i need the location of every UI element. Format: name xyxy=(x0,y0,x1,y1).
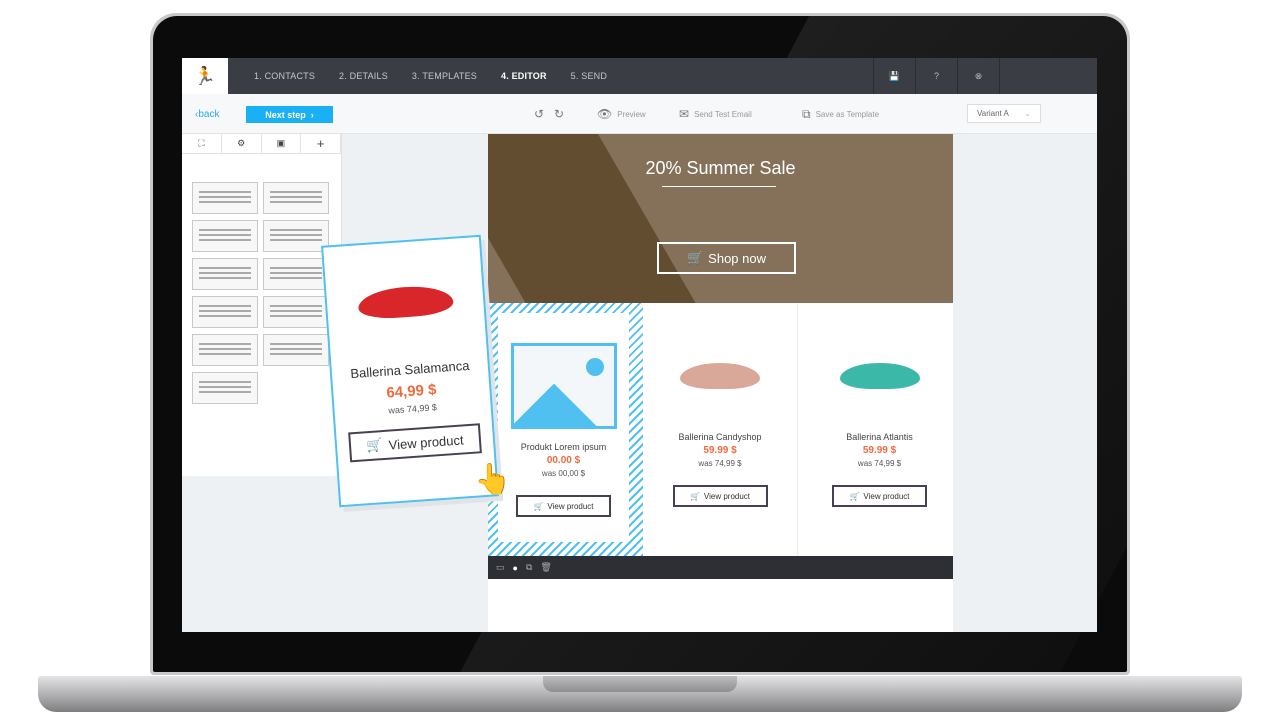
shop-now-label: Shop now xyxy=(708,250,766,266)
structure-icon[interactable]: ⛶ xyxy=(182,134,222,153)
hero-banner[interactable]: 20% Summer Sale 🛒 Shop now xyxy=(488,134,953,303)
step-editor[interactable]: 4. EDITOR xyxy=(501,71,547,81)
save-block-icon[interactable]: ▭ xyxy=(496,562,505,573)
block-action-bar: ▭ ● ⧉ 🗑 xyxy=(488,556,953,579)
view-product-label: View product xyxy=(388,431,464,453)
next-step-button[interactable]: Next step › xyxy=(246,106,333,123)
cart-icon: 🛒 xyxy=(689,491,700,501)
product-name: Ballerina Atlantis xyxy=(846,432,913,442)
eye-icon: 👁 xyxy=(597,107,613,121)
product-card[interactable]: Ballerina Candyshop 59.99 $ was 74,99 $ … xyxy=(643,303,798,556)
preview-label: Preview xyxy=(617,109,646,119)
product-price: 59.99 $ xyxy=(703,445,737,456)
hero-title: 20% Summer Sale xyxy=(645,158,796,178)
hero-divider xyxy=(662,186,776,187)
help-icon[interactable]: ? xyxy=(915,58,957,94)
block-text-image[interactable] xyxy=(263,258,329,290)
dragged-product-card[interactable]: Ballerina Salamanca 64,99 $ was 74,99 $ … xyxy=(321,234,499,508)
step-templates[interactable]: 3. TEMPLATES xyxy=(412,71,477,81)
close-icon[interactable]: ⊗ xyxy=(957,58,999,94)
block-three-image[interactable] xyxy=(263,296,329,328)
step-details[interactable]: 2. DETAILS xyxy=(339,71,388,81)
plus-icon[interactable]: + xyxy=(301,134,341,153)
product-old-price: was 00,00 $ xyxy=(541,469,586,478)
block-image-text[interactable] xyxy=(192,258,258,290)
block-four-image[interactable] xyxy=(263,334,329,366)
blocks-sidebar: ⛶ ⚙ ▣ + xyxy=(182,134,342,476)
product-price: 00.00 $ xyxy=(546,455,581,466)
cart-icon: 🛒 xyxy=(533,501,544,511)
save-icon[interactable]: 💾 xyxy=(873,58,915,94)
product-card[interactable]: Ballerina Atlantis 59.99 $ was 74,99 $ 🛒… xyxy=(802,303,957,556)
image-icon[interactable]: ▣ xyxy=(262,134,302,153)
product-old-price: was 74,99 $ xyxy=(857,459,902,468)
shop-now-button[interactable]: 🛒 Shop now xyxy=(657,242,796,274)
view-product-button[interactable]: 🛒 View product xyxy=(672,485,768,507)
next-label: Next step xyxy=(265,109,306,120)
back-link[interactable]: ‹back xyxy=(195,109,219,120)
email-canvas: 20% Summer Sale 🛒 Shop now Produkt Lorem … xyxy=(488,134,953,632)
block-two-text[interactable] xyxy=(192,220,258,252)
block-three-text[interactable] xyxy=(192,296,258,328)
redo-icon[interactable]: ↻ xyxy=(554,107,564,121)
copy-icon: ⧉ xyxy=(802,107,811,121)
user-icon[interactable]: ● xyxy=(513,563,518,573)
hand-cursor-icon: 👆 xyxy=(474,463,512,496)
shoe-image xyxy=(356,283,454,321)
view-product-label: View product xyxy=(703,491,751,501)
block-two-image[interactable] xyxy=(263,220,329,252)
cart-icon: 🛒 xyxy=(686,250,704,265)
preview-button[interactable]: 👁 Preview xyxy=(597,107,646,121)
block-text[interactable] xyxy=(192,182,258,214)
product-name: Produkt Lorem ipsum xyxy=(520,442,607,452)
cart-icon: 🛒 xyxy=(849,491,860,501)
product-old-price: was 74,99 $ xyxy=(698,459,742,468)
chevron-down-icon: ⌄ xyxy=(1024,109,1031,118)
top-nav: 🏃 1. CONTACTS 2. DETAILS 3. TEMPLATES 4.… xyxy=(182,58,1097,94)
view-product-label: View product xyxy=(863,491,910,501)
send-test-button[interactable]: ✉ Send Test Email xyxy=(679,107,752,121)
product-card-selected[interactable]: Produkt Lorem ipsum 00.00 $ was 00,00 $ … xyxy=(488,303,643,556)
nav-spacer xyxy=(999,58,1041,94)
save-template-label: Save as Template xyxy=(815,110,880,119)
product-price: 59.99 $ xyxy=(862,445,897,456)
shoe-image xyxy=(839,362,920,389)
gear-icon[interactable]: ⚙ xyxy=(222,134,262,153)
view-product-button[interactable]: 🛒 View product xyxy=(832,485,927,507)
send-test-label: Send Test Email xyxy=(694,109,752,119)
view-product-label: View product xyxy=(547,501,594,511)
undo-icon[interactable]: ↺ xyxy=(534,107,544,121)
mail-icon: ✉ xyxy=(679,107,690,121)
image-placeholder-icon xyxy=(510,342,617,429)
variant-select[interactable]: Variant A ⌄ xyxy=(967,104,1041,123)
duplicate-icon[interactable]: ⧉ xyxy=(526,562,532,573)
laptop-notch xyxy=(543,676,737,692)
variant-value: Variant A xyxy=(977,109,1009,118)
shoe-image xyxy=(680,362,760,389)
block-image[interactable] xyxy=(263,182,329,214)
back-label: back xyxy=(198,109,220,120)
view-product-button[interactable]: 🛒 View product xyxy=(516,495,611,517)
save-template-button[interactable]: ⧉ Save as Template xyxy=(802,107,879,122)
editor-app: 🏃 1. CONTACTS 2. DETAILS 3. TEMPLATES 4.… xyxy=(182,58,1097,632)
logo[interactable]: 🏃 xyxy=(182,58,228,94)
toolbar: ‹back Next step › ↺ ↻ 👁 Preview ✉ Send Tes… xyxy=(182,94,1097,134)
block-four-text[interactable] xyxy=(192,334,258,366)
view-product-button[interactable]: 🛒 View product xyxy=(348,423,482,463)
step-send[interactable]: 5. SEND xyxy=(571,71,607,81)
product-name: Ballerina Candyshop xyxy=(678,432,762,442)
cart-icon: 🛒 xyxy=(366,437,384,454)
block-divider[interactable] xyxy=(192,372,258,404)
trash-icon[interactable]: 🗑 xyxy=(540,562,551,573)
step-contacts[interactable]: 1. CONTACTS xyxy=(254,71,315,81)
